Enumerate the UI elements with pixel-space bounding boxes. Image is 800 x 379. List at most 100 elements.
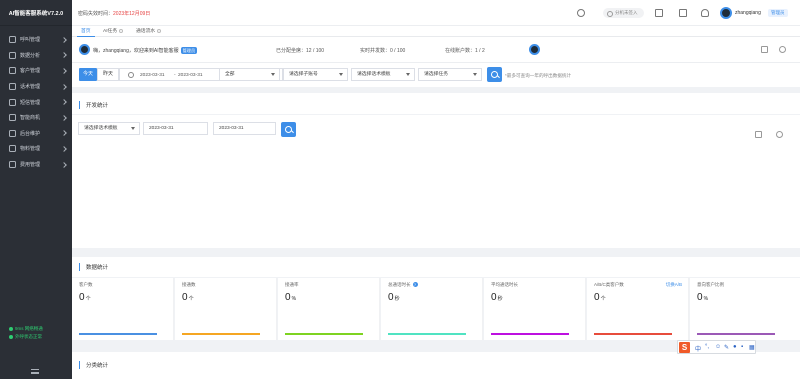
tab-label: AI任务 [103,29,118,34]
ime-toolbar[interactable]: S 中 °, ☺ ✎ ● ▪ ▦ [677,340,756,354]
metric-total-duration: 总通话时长? 0秒 [381,278,483,340]
welcome-bar: 嗨，zhangqiang，欢迎来到AI智能客服 管理员 已分配坐席：12 / 10… [72,37,800,63]
sidebar-item-materials[interactable]: 物料管理 [0,141,72,157]
role-badge: 管理员 [180,47,198,54]
heartbeat-status: 外呼状态正常 [9,333,43,341]
search-button[interactable] [487,67,502,82]
refresh-icon[interactable] [776,131,783,138]
sidebar-item-label: 费用管理 [20,162,41,169]
filter-bar: 今天 昨天 2023-03-31 - 2023-03-31 全部 请选择子账号 … [72,63,800,87]
grid-icon[interactable]: ▦ [749,344,755,351]
metric-bar [388,333,466,335]
keyboard-icon[interactable]: ▪ [741,344,743,350]
tab-ai-tasks[interactable]: AI任务 [99,26,127,37]
close-icon[interactable] [157,28,162,33]
refresh-icon[interactable] [779,46,786,53]
avatar[interactable] [720,7,732,19]
sub-account-select[interactable]: 请选择子账号 [283,68,348,81]
punctuation-icon[interactable]: °, [705,344,709,350]
metric-label: 接通数 [182,282,196,287]
export-icon[interactable] [755,131,762,138]
sidebar-item-opportunities[interactable]: 智能商机 [0,110,72,126]
username[interactable]: zhangqiang [735,10,761,16]
metric-label: 接通率 [285,282,299,287]
emoji-icon[interactable]: ☺ [715,344,721,350]
switch-ab-link[interactable]: 切换A/B [666,282,682,288]
category-stats-header: 分类统计 [72,352,800,379]
metric-connected: 接通数 0个 [175,278,277,340]
dev-template-select[interactable]: 请选择话术模板 [78,122,140,135]
close-icon[interactable] [119,28,124,33]
tab-bar: 首页 AI任务 通话流水 [72,26,800,37]
metric-bar [594,333,672,335]
help-icon[interactable]: ? [412,282,418,288]
metric-value: 0% [285,292,297,303]
extension-status[interactable]: 分机未签入 [603,8,644,18]
metric-label: 客户数 [79,282,93,287]
mic-icon[interactable]: ● [733,344,737,350]
online-accounts-stat: 在线账户数：1 / 2 [445,48,485,54]
wallet-icon [9,161,16,169]
dev-date-start[interactable]: 2023-03-31 [143,122,208,135]
fullscreen-icon[interactable] [655,9,663,17]
role-badge: 管理员 [768,9,788,17]
chevron-right-icon [61,52,67,59]
template-value: 请选择话术模板 [357,72,391,77]
section-title: 分类统计 [79,361,108,369]
password-expiry-date: 2023年12月09日 [113,11,151,17]
dev-search-button[interactable] [281,122,296,137]
metric-bar [697,333,775,335]
tab-home[interactable]: 首页 [77,26,95,37]
export-icon[interactable] [761,46,768,53]
tab-label: 首页 [81,29,91,34]
metric-avg-duration: 平均通话时长 0秒 [484,278,586,340]
bell-icon[interactable] [701,9,709,17]
chevron-right-icon [61,83,67,90]
dev-date-end[interactable]: 2023-03-31 [213,122,276,135]
chevron-down-icon [406,73,410,76]
chevron-right-icon [61,114,67,121]
menu-collapse-icon[interactable] [31,369,39,374]
user-icon [9,67,16,75]
scope-select[interactable]: 全部 [219,68,280,81]
sidebar-item-label: 短信管理 [20,99,41,106]
metric-abc-customers: A/B/C类客户数 切换A/B 0个 [587,278,689,340]
top-bar: 密码失效时间：2023年12月09日 分机未签入 zhangqiang 管理员 [72,0,800,26]
metric-value: 0秒 [491,292,503,303]
today-button[interactable]: 今天 [79,68,97,81]
sidebar-item-customers[interactable]: 客户管理 [0,63,72,79]
status-panel: 9ms 网络畅通 外呼状态正常 [9,325,43,341]
avatar [529,44,540,55]
sidebar-item-maintenance[interactable]: 后台维护 [0,126,72,142]
help-icon[interactable] [577,9,585,17]
metric-value: 0个 [79,292,91,303]
briefcase-icon [9,114,16,122]
sidebar-item-call-management[interactable]: 呼叫管理 [0,32,72,48]
chevron-down-icon [271,73,275,76]
sidebar-item-sms[interactable]: 短信管理 [0,94,72,110]
yesterday-button[interactable]: 昨天 [97,68,119,81]
metric-label: 总通话时长? [388,282,418,288]
ime-language[interactable]: 中 [695,344,701,353]
sidebar-item-billing[interactable]: 费用管理 [0,157,72,173]
chevron-right-icon [61,68,67,74]
pen-icon[interactable]: ✎ [724,344,729,351]
avatar [79,44,90,55]
sub-account-value: 请选择子账号 [289,72,318,77]
tab-call-records[interactable]: 通话流水 [132,26,165,37]
task-select[interactable]: 请选择任务 [418,68,482,81]
heartbeat-icon [9,335,13,339]
network-status-text: 9ms 网络畅通 [15,326,43,331]
sidebar-item-label: 话术管理 [20,84,41,91]
clock-icon [128,72,134,78]
skin-icon[interactable] [679,9,687,17]
sidebar-item-label: 物料管理 [20,146,41,153]
sidebar-item-data-analysis[interactable]: 数据分析 [0,48,72,64]
network-status: 9ms 网络畅通 [9,325,43,333]
ime-logo-icon[interactable]: S [679,342,690,353]
sidebar-item-scripts[interactable]: 话术管理 [0,79,72,95]
template-select[interactable]: 请选择话术模板 [351,68,415,81]
phone-icon [9,36,16,44]
metric-label: 意向客户比例 [697,282,724,287]
welcome-message: 嗨，zhangqiang，欢迎来到AI智能客服 管理员 [93,47,198,54]
